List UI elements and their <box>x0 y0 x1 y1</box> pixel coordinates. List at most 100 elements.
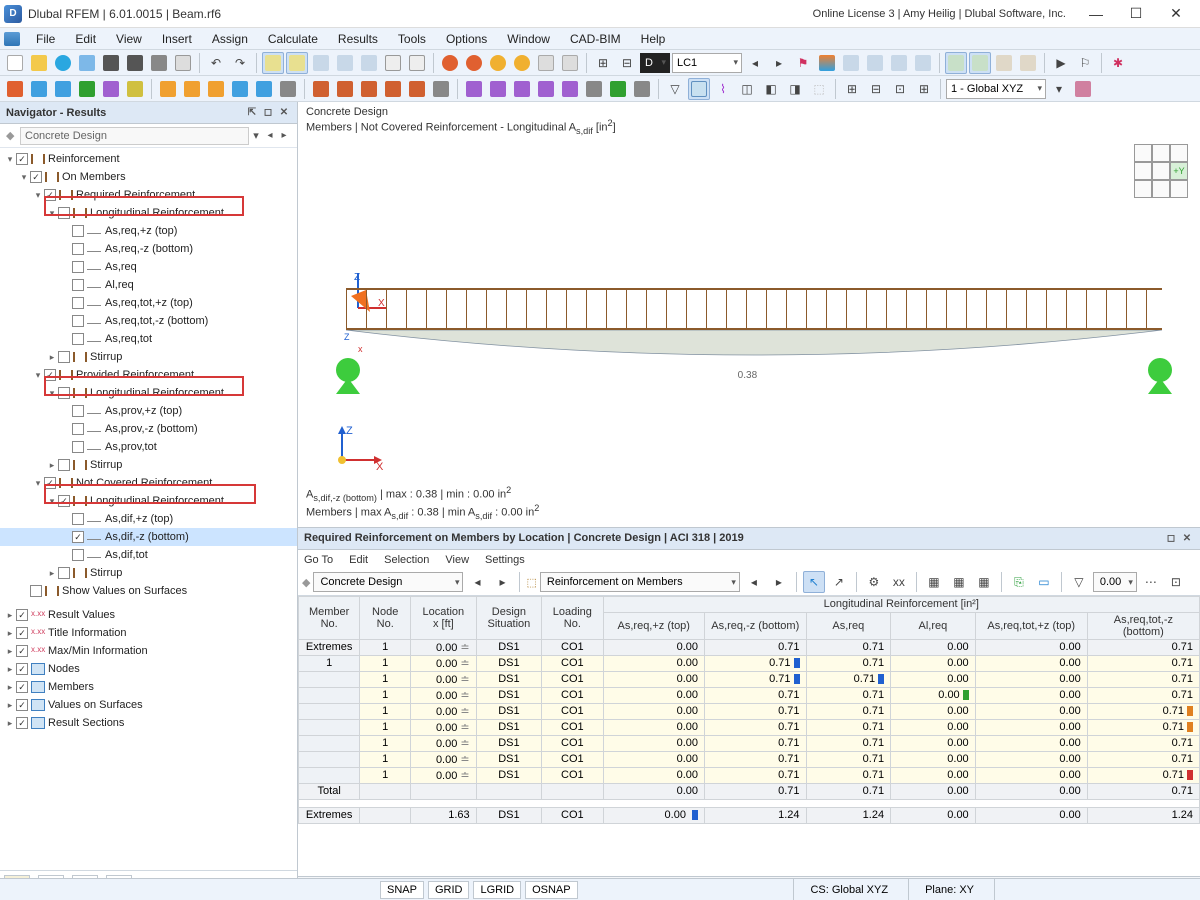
results-export-icon[interactable]: ⎘ <box>1008 571 1030 593</box>
lc-right-icon[interactable]: ▸ <box>768 52 790 74</box>
results-type-combo[interactable]: Reinforcement on Members <box>540 572 740 592</box>
navigator-tree[interactable]: ▾Reinforcement▾On Members▾Required Reinf… <box>0 148 297 870</box>
tree-req-stirrup[interactable]: ▸Stirrup <box>0 348 297 366</box>
cs-tool-icon[interactable]: ▾ <box>1048 78 1070 100</box>
table-row[interactable]: 10.00 ≐DS1CO10.000.710.710.000.000.71 <box>299 735 1200 751</box>
load7-icon[interactable] <box>607 78 629 100</box>
col-node[interactable]: Node No. <box>360 596 411 639</box>
results-tool7-icon[interactable]: ▦ <box>973 571 995 593</box>
table-row[interactable]: 10.00 ≐DS1CO10.000.710.710.000.000.71 <box>299 719 1200 735</box>
menu-cadbim[interactable]: CAD-BIM <box>560 29 631 49</box>
tree-req-long[interactable]: ▾Longitudinal Reinforcement <box>0 204 297 222</box>
member-icon[interactable] <box>52 78 74 100</box>
t12-icon[interactable] <box>430 78 452 100</box>
tree-nc-stirrup[interactable]: ▸Stirrup <box>0 564 297 582</box>
calc4-icon[interactable] <box>511 52 533 74</box>
t6-icon[interactable] <box>277 78 299 100</box>
anim-icon[interactable]: ▶ <box>1050 52 1072 74</box>
t7-icon[interactable] <box>310 78 332 100</box>
view3-icon[interactable] <box>310 52 332 74</box>
results-float-icon[interactable]: ◻ <box>1164 533 1178 544</box>
tree-checkbox[interactable] <box>72 405 84 417</box>
node-icon[interactable] <box>4 78 26 100</box>
filter3-icon[interactable] <box>993 52 1015 74</box>
tree-checkbox[interactable] <box>58 387 70 399</box>
load3-icon[interactable] <box>511 78 533 100</box>
table-row[interactable]: 10.00 ≐DS1CO10.000.710.710.000.000.71 <box>299 751 1200 767</box>
tree-checkbox[interactable] <box>72 243 84 255</box>
status-grid[interactable]: GRID <box>428 881 470 899</box>
tree-prov-long[interactable]: ▾Longitudinal Reinforcement <box>0 384 297 402</box>
col-c2[interactable]: As,req,-z (bottom) <box>705 612 807 639</box>
load8-icon[interactable] <box>631 78 653 100</box>
tree-group-5[interactable]: ▸Values on Surfaces <box>0 696 297 714</box>
tree-req-item-1[interactable]: As,req,-z (bottom) <box>0 240 297 258</box>
tree-checkbox[interactable] <box>72 531 84 543</box>
sel1-icon[interactable]: ▽ <box>664 78 686 100</box>
col-member[interactable]: Member No. <box>299 596 360 639</box>
tree-checkbox[interactable] <box>58 495 70 507</box>
tree-req-item-4[interactable]: As,req,tot,+z (top) <box>0 294 297 312</box>
navigator-combo[interactable]: Concrete Design <box>20 127 249 145</box>
calc3-icon[interactable] <box>487 52 509 74</box>
tree-group-1[interactable]: ▸x.xxTitle Information <box>0 624 297 642</box>
r1-icon[interactable] <box>816 52 838 74</box>
tree-checkbox[interactable] <box>16 663 28 675</box>
results-menu-settings[interactable]: Settings <box>485 554 525 566</box>
menu-edit[interactable]: Edit <box>65 29 106 49</box>
t10-icon[interactable] <box>382 78 404 100</box>
load4-icon[interactable] <box>535 78 557 100</box>
r5-icon[interactable] <box>912 52 934 74</box>
navigator-pin-icon[interactable]: ⇱ <box>245 106 259 120</box>
opening-icon[interactable] <box>100 78 122 100</box>
v2-icon[interactable]: ⊟ <box>865 78 887 100</box>
results-tool3-icon[interactable]: ⚙ <box>863 571 885 593</box>
tree-prov-item-2[interactable]: As,prov,tot <box>0 438 297 456</box>
loadcase-combo[interactable]: LC1 <box>672 53 742 73</box>
results-tool5-icon[interactable]: ▦ <box>923 571 945 593</box>
menu-window[interactable]: Window <box>497 29 560 49</box>
undo-icon[interactable]: ↶ <box>205 52 227 74</box>
tree-prov-item-0[interactable]: As,prov,+z (top) <box>0 402 297 420</box>
menu-tools[interactable]: Tools <box>388 29 436 49</box>
menu-insert[interactable]: Insert <box>152 29 202 49</box>
tree-req-item-5[interactable]: As,req,tot,-z (bottom) <box>0 312 297 330</box>
status-osnap[interactable]: OSNAP <box>525 881 578 899</box>
view4-icon[interactable] <box>334 52 356 74</box>
col-group[interactable]: Longitudinal Reinforcement [in²] <box>603 596 1200 612</box>
tree-show-surfaces[interactable]: Show Values on Surfaces <box>0 582 297 600</box>
tree-nc-item-1[interactable]: As,dif,-z (bottom) <box>0 528 297 546</box>
tree-req-item-3[interactable]: Al,req <box>0 276 297 294</box>
calc5-icon[interactable] <box>535 52 557 74</box>
results-menu-view[interactable]: View <box>445 554 469 566</box>
table-row[interactable]: 10.00 ≐DS1CO10.000.710.710.000.000.71 <box>299 671 1200 687</box>
tree-checkbox[interactable] <box>72 423 84 435</box>
results-menu-goto[interactable]: Go To <box>304 554 333 566</box>
tree-checkbox[interactable] <box>58 459 70 471</box>
calc2-icon[interactable] <box>463 52 485 74</box>
view2-icon[interactable] <box>286 52 308 74</box>
tree-group-3[interactable]: ▸Nodes <box>0 660 297 678</box>
col-c3[interactable]: As,req <box>806 612 891 639</box>
navigator-float-icon[interactable]: ◻ <box>261 106 275 120</box>
view-cube[interactable]: +Y <box>1134 144 1190 200</box>
tree-nc-item-2[interactable]: As,dif,tot <box>0 546 297 564</box>
tree-checkbox[interactable] <box>44 369 56 381</box>
tree-req-item-2[interactable]: As,req <box>0 258 297 276</box>
results-value-box[interactable]: 0.00 <box>1093 572 1137 592</box>
script-icon[interactable] <box>382 52 404 74</box>
t2-icon[interactable] <box>181 78 203 100</box>
results-prev1-icon[interactable]: ◂ <box>466 571 488 593</box>
r3-icon[interactable] <box>864 52 886 74</box>
tree-checkbox[interactable] <box>72 261 84 273</box>
open-icon[interactable] <box>28 52 50 74</box>
coord-system-combo[interactable]: 1 - Global XYZ <box>946 79 1046 99</box>
tree-checkbox[interactable] <box>30 585 42 597</box>
calc6-icon[interactable] <box>559 52 581 74</box>
results-more-icon[interactable]: ⋯ <box>1140 571 1162 593</box>
new-icon[interactable] <box>4 52 26 74</box>
results-menu-edit[interactable]: Edit <box>349 554 368 566</box>
table-row[interactable]: 10.00 ≐DS1CO10.000.710.710.000.000.71 <box>299 703 1200 719</box>
tree-provided[interactable]: ▾Provided Reinforcement <box>0 366 297 384</box>
cs-ed-icon[interactable] <box>1072 78 1094 100</box>
